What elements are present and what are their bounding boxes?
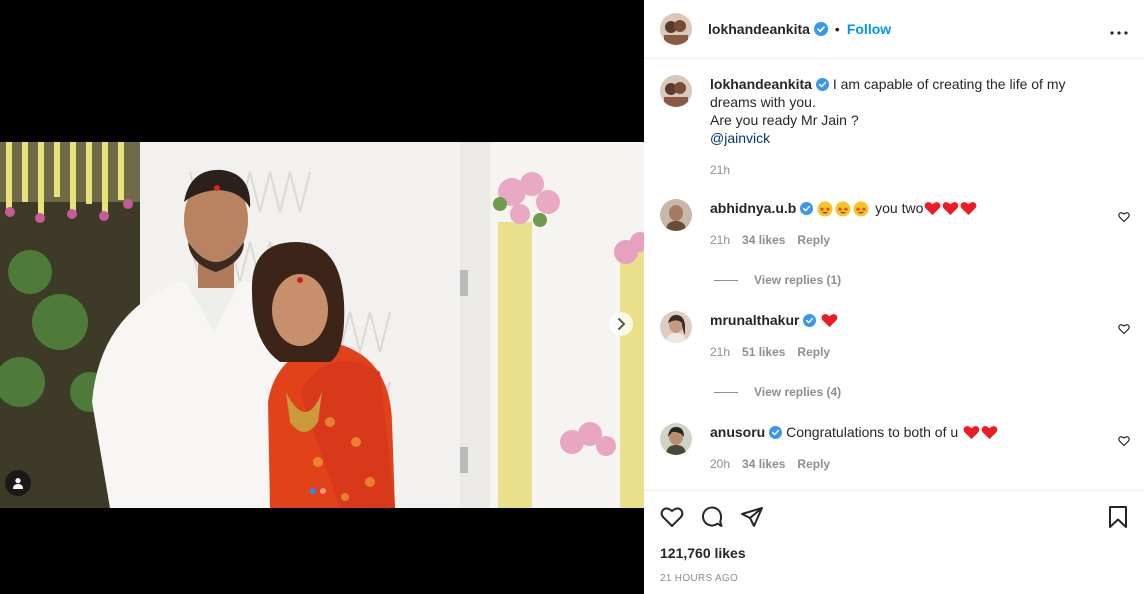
comment-meta: 21h 34 likes Reply: [710, 231, 1110, 249]
comment-likes[interactable]: 34 likes: [742, 231, 785, 249]
comment-icon[interactable]: [700, 505, 724, 529]
red-heart-emoji-icon: [821, 314, 838, 327]
post-actions: 121,760 likes 21 HOURS AGO: [644, 490, 1144, 584]
comment-meta: 20h 34 likes Reply: [710, 455, 1110, 473]
reply-button[interactable]: Reply: [797, 231, 830, 249]
heart-icon[interactable]: [1118, 211, 1130, 223]
verified-badge-icon: [769, 426, 783, 439]
comment-username[interactable]: anusoru: [710, 424, 765, 440]
comment-username[interactable]: abhidnya.u.b: [710, 200, 796, 216]
red-heart-emoji-icon: [942, 202, 959, 215]
comment-body: mrunalthakur 21h 51 likes Reply: [710, 311, 1110, 361]
user-tag-icon: [13, 478, 23, 489]
next-photo-button[interactable]: [609, 312, 633, 336]
commenter-avatar[interactable]: [660, 199, 692, 231]
caption: lokhandeankita I am capable of creating …: [644, 75, 1144, 179]
comment-time[interactable]: 21h: [710, 231, 730, 249]
comment-body: anusoru Congratulations to both of u 20h…: [710, 423, 1110, 473]
couple-photo-illustration: [0, 142, 644, 508]
red-heart-emoji-icon: [960, 202, 977, 215]
author-username[interactable]: lokhandeankita: [708, 21, 810, 37]
comment-text: you two: [875, 200, 924, 216]
comments-scroll-area[interactable]: lokhandeankita I am capable of creating …: [644, 59, 1144, 491]
avatar-image: [660, 423, 692, 455]
red-heart-emoji-icon: [924, 202, 941, 215]
verified-badge-icon: [815, 78, 829, 91]
follow-button[interactable]: Follow: [847, 21, 891, 37]
likes-count[interactable]: 121,760 likes: [660, 545, 1128, 561]
comment-meta: 21h 51 likes Reply: [710, 343, 1110, 361]
comment-item: anusoru Congratulations to both of u 20h…: [644, 423, 1144, 473]
caption-mention-link[interactable]: @jainvick: [710, 129, 1110, 147]
comment-likes[interactable]: 34 likes: [742, 455, 785, 473]
comment-body: abhidnya.u.b you two 21h 34 likes Reply: [710, 199, 1110, 249]
commenter-avatar[interactable]: [660, 311, 692, 343]
view-replies-label: View replies (4): [754, 385, 842, 399]
caption-line-2: Are you ready Mr Jain ?: [710, 112, 859, 128]
heart-icon[interactable]: [1118, 323, 1130, 335]
avatar-image: [660, 75, 692, 107]
save-icon[interactable]: [1108, 506, 1128, 528]
avatar-image: [660, 199, 692, 231]
star-struck-emojis: [817, 200, 875, 217]
caption-time[interactable]: 21h: [710, 161, 730, 179]
red-heart-emoji-icon: [981, 426, 998, 439]
avatar-image: [660, 311, 692, 343]
more-options-icon[interactable]: [1110, 19, 1128, 40]
carousel-dot-active: [310, 488, 316, 494]
author-avatar[interactable]: [660, 13, 692, 45]
comment-item: mrunalthakur 21h 51 likes Reply: [644, 311, 1144, 361]
more-options-dots: [1110, 30, 1128, 35]
red-heart-emoji-icon: [963, 426, 980, 439]
comment-username[interactable]: mrunalthakur: [710, 312, 799, 328]
view-replies-label: View replies (1): [754, 273, 842, 287]
replies-divider: [714, 279, 738, 281]
posted-time[interactable]: 21 HOURS AGO: [660, 573, 1128, 584]
caption-username[interactable]: lokhandeankita: [710, 76, 812, 92]
view-replies-button[interactable]: View replies (4): [714, 385, 1144, 399]
caption-meta: 21h: [710, 161, 1110, 179]
comment-time[interactable]: 21h: [710, 343, 730, 361]
commenter-avatar[interactable]: [660, 423, 692, 455]
view-replies-button[interactable]: View replies (1): [714, 273, 1144, 287]
carousel-indicator: [310, 488, 326, 494]
heart-icon[interactable]: [660, 506, 684, 528]
action-icons-row: [660, 503, 1128, 531]
post-media-pane: [0, 0, 644, 594]
caption-author-avatar[interactable]: [660, 75, 692, 107]
post-photo[interactable]: [0, 142, 644, 508]
heart-icon[interactable]: [1118, 435, 1130, 447]
header-separator: •: [834, 21, 840, 37]
verified-badge-icon: [800, 202, 814, 215]
heart-emojis: [923, 200, 977, 216]
verified-badge-icon: [803, 314, 817, 327]
tagged-users-button[interactable]: [5, 470, 31, 496]
star-struck-emoji-icon: [853, 201, 869, 217]
star-struck-emoji-icon: [835, 201, 851, 217]
post-info-pane: lokhandeankita • Follow lokhandeankita I…: [644, 0, 1144, 594]
chevron-right-icon: [618, 318, 626, 330]
verified-badge-icon: [813, 22, 828, 36]
share-icon[interactable]: [740, 506, 764, 528]
avatar-image: [660, 13, 692, 45]
comment-item: abhidnya.u.b you two 21h 34 likes Reply: [644, 199, 1144, 249]
comment-text: Congratulations to both of u: [786, 424, 959, 440]
comment-likes[interactable]: 51 likes: [742, 343, 785, 361]
reply-button[interactable]: Reply: [797, 343, 830, 361]
comment-time[interactable]: 20h: [710, 455, 730, 473]
carousel-dot: [320, 488, 326, 494]
replies-divider: [714, 391, 738, 393]
post-header: lokhandeankita • Follow: [644, 0, 1144, 59]
star-struck-emoji-icon: [817, 201, 833, 217]
reply-button[interactable]: Reply: [797, 455, 830, 473]
caption-body: lokhandeankita I am capable of creating …: [710, 75, 1110, 179]
